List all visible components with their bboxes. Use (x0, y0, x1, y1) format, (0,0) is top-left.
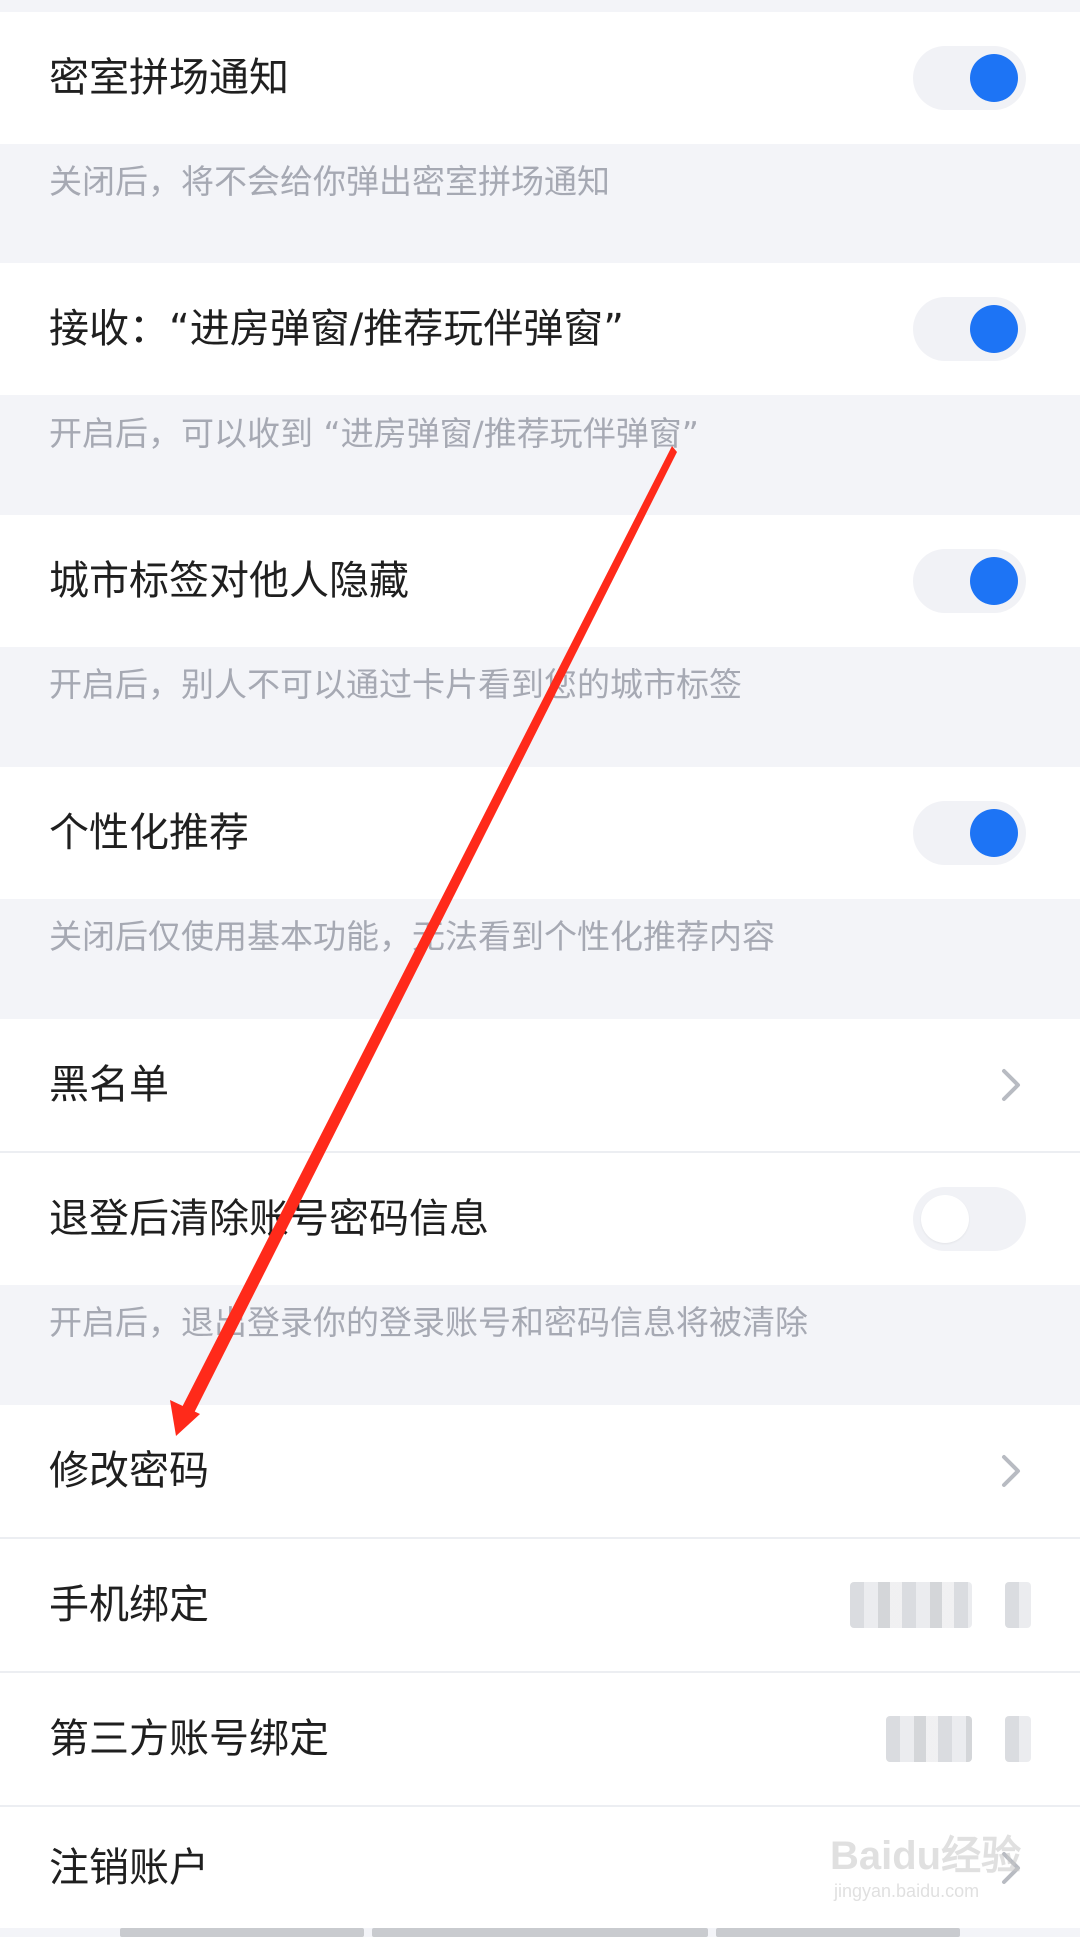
setting-description: 开启后，别人不可以通过卡片看到您的城市标签 (49, 665, 742, 704)
blurred-chevron (1005, 1582, 1031, 1628)
personalized-toggle[interactable] (913, 801, 1026, 865)
setting-row-receive-popups: 接收：“进房弹窗/推荐玩伴弹窗” (0, 263, 1080, 395)
blurred-phone-value (850, 1582, 972, 1628)
setting-label: 第三方账号绑定 (49, 1716, 329, 1762)
setting-label: 手机绑定 (49, 1582, 209, 1628)
setting-label: 个性化推荐 (49, 810, 249, 856)
setting-row-personalized: 个性化推荐 (0, 767, 1080, 899)
toggle-knob (970, 557, 1018, 605)
setting-description: 关闭后，将不会给你弹出密室拼场通知 (49, 162, 610, 201)
setting-description: 开启后，退出登录你的登录账号和密码信息将被清除 (49, 1303, 808, 1342)
toggle-knob (970, 809, 1018, 857)
bottom-bar-segment (372, 1928, 708, 1937)
top-strip (0, 0, 1080, 12)
bottom-bar-segment (716, 1928, 960, 1937)
room-notify-toggle[interactable] (913, 46, 1026, 110)
setting-label: 城市标签对他人隐藏 (49, 558, 409, 604)
setting-description: 开启后，可以收到 “进房弹窗/推荐玩伴弹窗” (49, 414, 699, 453)
clear-on-logout-toggle[interactable] (913, 1187, 1026, 1251)
setting-row-hide-city: 城市标签对他人隐藏 (0, 515, 1080, 647)
blurred-chevron (1005, 1716, 1031, 1762)
toggle-knob (921, 1195, 969, 1243)
setting-row-phone-binding[interactable]: 手机绑定 (0, 1539, 1080, 1671)
bottom-bar-segment (120, 1928, 364, 1937)
blurred-binding-value (886, 1716, 972, 1762)
setting-row-blacklist[interactable]: 黑名单 (0, 1019, 1080, 1151)
watermark-url: jingyan.baidu.com (833, 1881, 979, 1901)
hide-city-toggle[interactable] (913, 549, 1026, 613)
setting-row-third-party-binding[interactable]: 第三方账号绑定 (0, 1673, 1080, 1805)
setting-description: 关闭后仅使用基本功能，无法看到个性化推荐内容 (49, 917, 775, 956)
setting-label: 黑名单 (49, 1062, 169, 1108)
setting-row-room-notify: 密室拼场通知 (0, 12, 1080, 144)
watermark-brand: Baidu经验 (830, 1834, 1021, 1878)
setting-label: 退登后清除账号密码信息 (49, 1196, 489, 1242)
setting-label: 密室拼场通知 (49, 55, 289, 101)
chevron-right-icon (1002, 1455, 1020, 1487)
baidu-jingyan-watermark: Baidu经验 jingyan.baidu.com (830, 1834, 1021, 1901)
setting-label: 修改密码 (49, 1448, 209, 1494)
chevron-right-icon (1002, 1069, 1020, 1101)
setting-row-change-password[interactable]: 修改密码 (0, 1405, 1080, 1537)
receive-popups-toggle[interactable] (913, 297, 1026, 361)
setting-row-clear-on-logout: 退登后清除账号密码信息 (0, 1153, 1080, 1285)
toggle-knob (970, 54, 1018, 102)
setting-label: 接收：“进房弹窗/推荐玩伴弹窗” (49, 306, 624, 352)
setting-label: 注销账户 (49, 1844, 209, 1891)
toggle-knob (970, 305, 1018, 353)
